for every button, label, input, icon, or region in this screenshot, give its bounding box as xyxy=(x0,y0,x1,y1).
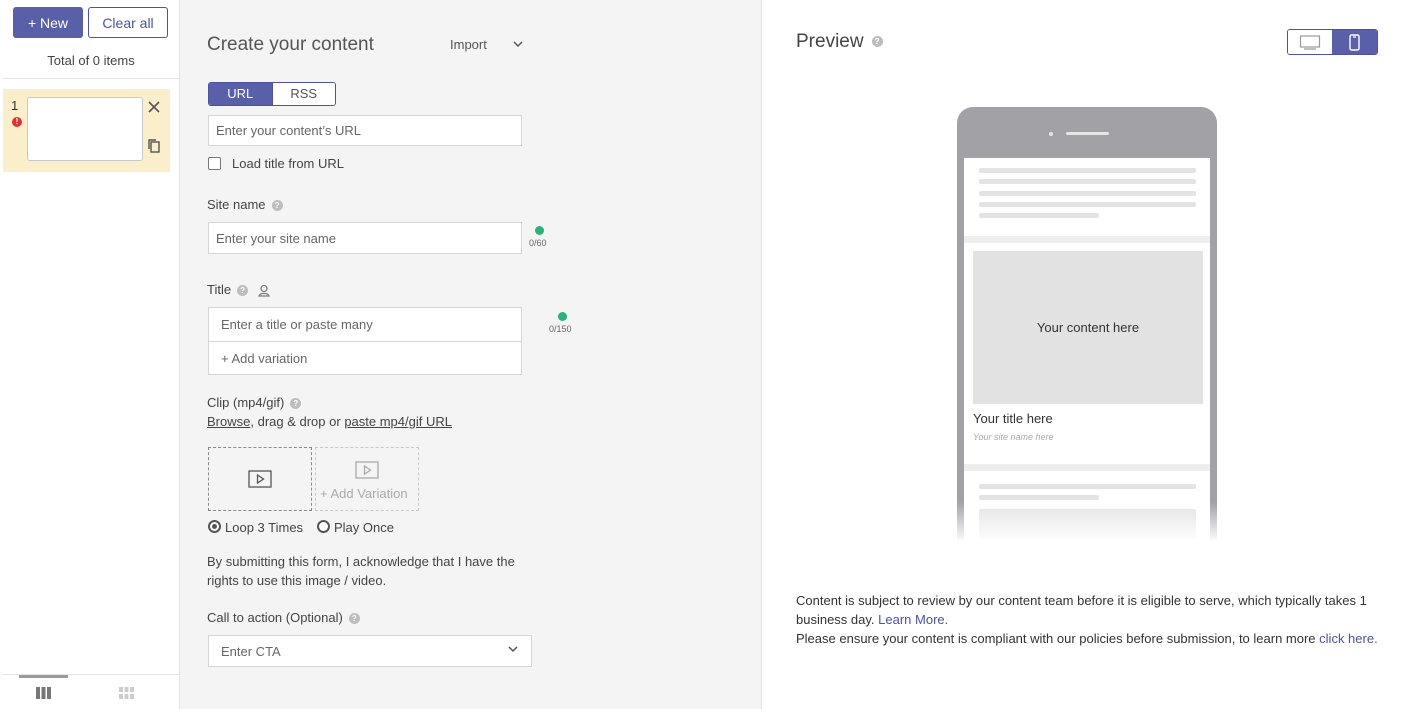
view-switcher xyxy=(3,674,179,709)
skeleton-line xyxy=(979,191,1196,196)
title-input-group: Enter a title or paste many + Add variat… xyxy=(208,307,522,375)
title-label: Title? xyxy=(207,282,270,297)
title-label-text: Title xyxy=(207,282,232,297)
skeleton-line xyxy=(979,213,1099,218)
clip-dropzone[interactable] xyxy=(208,447,312,511)
cta-label: Call to action (Optional)? xyxy=(207,610,360,625)
skeleton-line xyxy=(979,484,1196,489)
play-once-radio[interactable] xyxy=(317,520,330,533)
phone-fade xyxy=(957,502,1217,540)
learn-more-link[interactable]: Learn More. xyxy=(878,612,948,627)
notice-text-2: Please ensure your content is compliant … xyxy=(796,631,1316,646)
site-name-label: Site name? xyxy=(207,197,283,212)
title-input[interactable]: Enter a title or paste many xyxy=(221,317,373,332)
close-icon[interactable] xyxy=(146,99,162,115)
source-type-toggle: URL RSS xyxy=(208,82,336,106)
site-name-counter: 0/60 xyxy=(529,238,547,248)
placeholder-card xyxy=(964,158,1210,236)
review-notice: Content is subject to review by our cont… xyxy=(796,591,1381,648)
divider xyxy=(3,78,179,79)
phone-mockup: Your content here Your title here Your s… xyxy=(957,107,1217,540)
help-icon[interactable]: ? xyxy=(290,398,302,410)
clip-help-text: , drag & drop or xyxy=(250,414,345,429)
preview-panel: Preview? Your content here Your title he… xyxy=(762,0,1414,709)
acknowledgement-text: By submitting this form, I acknowledge t… xyxy=(207,554,515,588)
preview-heading: Preview? xyxy=(796,31,883,53)
loop-label: Loop 3 Times xyxy=(225,520,304,535)
tab-url[interactable]: URL xyxy=(209,83,272,105)
site-name-input[interactable]: Enter your site name xyxy=(208,222,522,254)
total-items-count: Total of 0 items xyxy=(47,53,135,68)
active-view-indicator xyxy=(19,675,68,678)
skeleton-line xyxy=(979,495,1099,500)
url-input[interactable]: Enter your content’s URL xyxy=(208,115,522,146)
device-toggle xyxy=(1287,29,1378,55)
play-once-label: Play Once xyxy=(334,520,394,535)
help-icon[interactable]: ? xyxy=(237,285,249,297)
click-here-link[interactable]: click here. xyxy=(1319,631,1378,646)
content-preview-card: Your content here Your title here Your s… xyxy=(964,243,1210,464)
paste-url-link[interactable]: paste mp4/gif URL xyxy=(344,414,452,429)
title-counter: 0/150 xyxy=(549,324,572,334)
loop-radio[interactable] xyxy=(208,520,221,533)
desktop-icon xyxy=(1299,34,1321,50)
copy-icon[interactable] xyxy=(147,138,161,154)
phone-screen: Your content here Your title here Your s… xyxy=(964,158,1210,540)
phone-camera xyxy=(1049,132,1053,136)
list-view-icon[interactable] xyxy=(36,687,51,699)
divider xyxy=(209,341,521,342)
import-dropdown-label[interactable]: Import xyxy=(450,37,487,52)
list-item[interactable]: 1 ! xyxy=(3,89,170,172)
add-variation-label: + Add Variation xyxy=(320,486,408,501)
item-thumbnail[interactable] xyxy=(27,97,143,161)
check-circle-icon xyxy=(535,226,544,235)
desktop-preview-button[interactable] xyxy=(1288,30,1333,54)
load-title-checkbox[interactable] xyxy=(208,157,221,170)
skeleton-line xyxy=(979,202,1196,207)
preview-site-name: Your site name here xyxy=(973,432,1054,442)
chevron-down-icon[interactable] xyxy=(508,646,518,653)
help-icon[interactable]: ? xyxy=(348,613,360,625)
preview-title-text: Your title here xyxy=(973,411,1053,426)
mobile-icon xyxy=(1349,33,1360,51)
site-name-label-text: Site name xyxy=(207,197,266,212)
items-sidebar: + New Clear all Total of 0 items 1 ! xyxy=(3,0,180,709)
error-icon: ! xyxy=(12,117,22,127)
content-form: Create your content Import URL RSS Enter… xyxy=(180,0,762,709)
skeleton-line xyxy=(979,168,1196,173)
clip-label-text: Clip (mp4/gif) xyxy=(207,395,285,410)
content-image-placeholder: Your content here xyxy=(973,251,1203,404)
video-icon xyxy=(355,461,379,479)
item-number: 1 xyxy=(11,98,19,113)
chevron-down-icon[interactable] xyxy=(513,41,523,48)
check-circle-icon xyxy=(558,312,567,321)
cta-select[interactable]: Enter CTA xyxy=(208,635,532,667)
tab-rss[interactable]: RSS xyxy=(271,83,335,105)
clip-upload-help: Browse, drag & drop or paste mp4/gif URL xyxy=(207,414,452,429)
clip-label: Clip (mp4/gif)? xyxy=(207,395,302,410)
preview-title: Preview xyxy=(796,31,864,52)
video-icon xyxy=(248,470,272,488)
skeleton-line xyxy=(979,179,1196,184)
clip-add-variation[interactable]: + Add Variation xyxy=(315,447,419,511)
page-title: Create your content xyxy=(207,34,374,55)
phone-speaker xyxy=(1066,132,1109,135)
help-icon[interactable]: ? xyxy=(871,36,883,48)
clear-all-button[interactable]: Clear all xyxy=(88,7,168,38)
person-pin-icon[interactable] xyxy=(257,284,270,297)
help-icon[interactable]: ? xyxy=(271,200,283,212)
browse-link[interactable]: Browse xyxy=(207,414,250,429)
mobile-preview-button[interactable] xyxy=(1332,30,1377,54)
cta-label-text: Call to action (Optional) xyxy=(207,610,343,625)
new-item-button[interactable]: + New xyxy=(13,7,83,38)
load-title-label: Load title from URL xyxy=(232,156,344,171)
add-variation-button[interactable]: + Add variation xyxy=(221,351,307,366)
grid-view-icon[interactable] xyxy=(119,687,134,699)
